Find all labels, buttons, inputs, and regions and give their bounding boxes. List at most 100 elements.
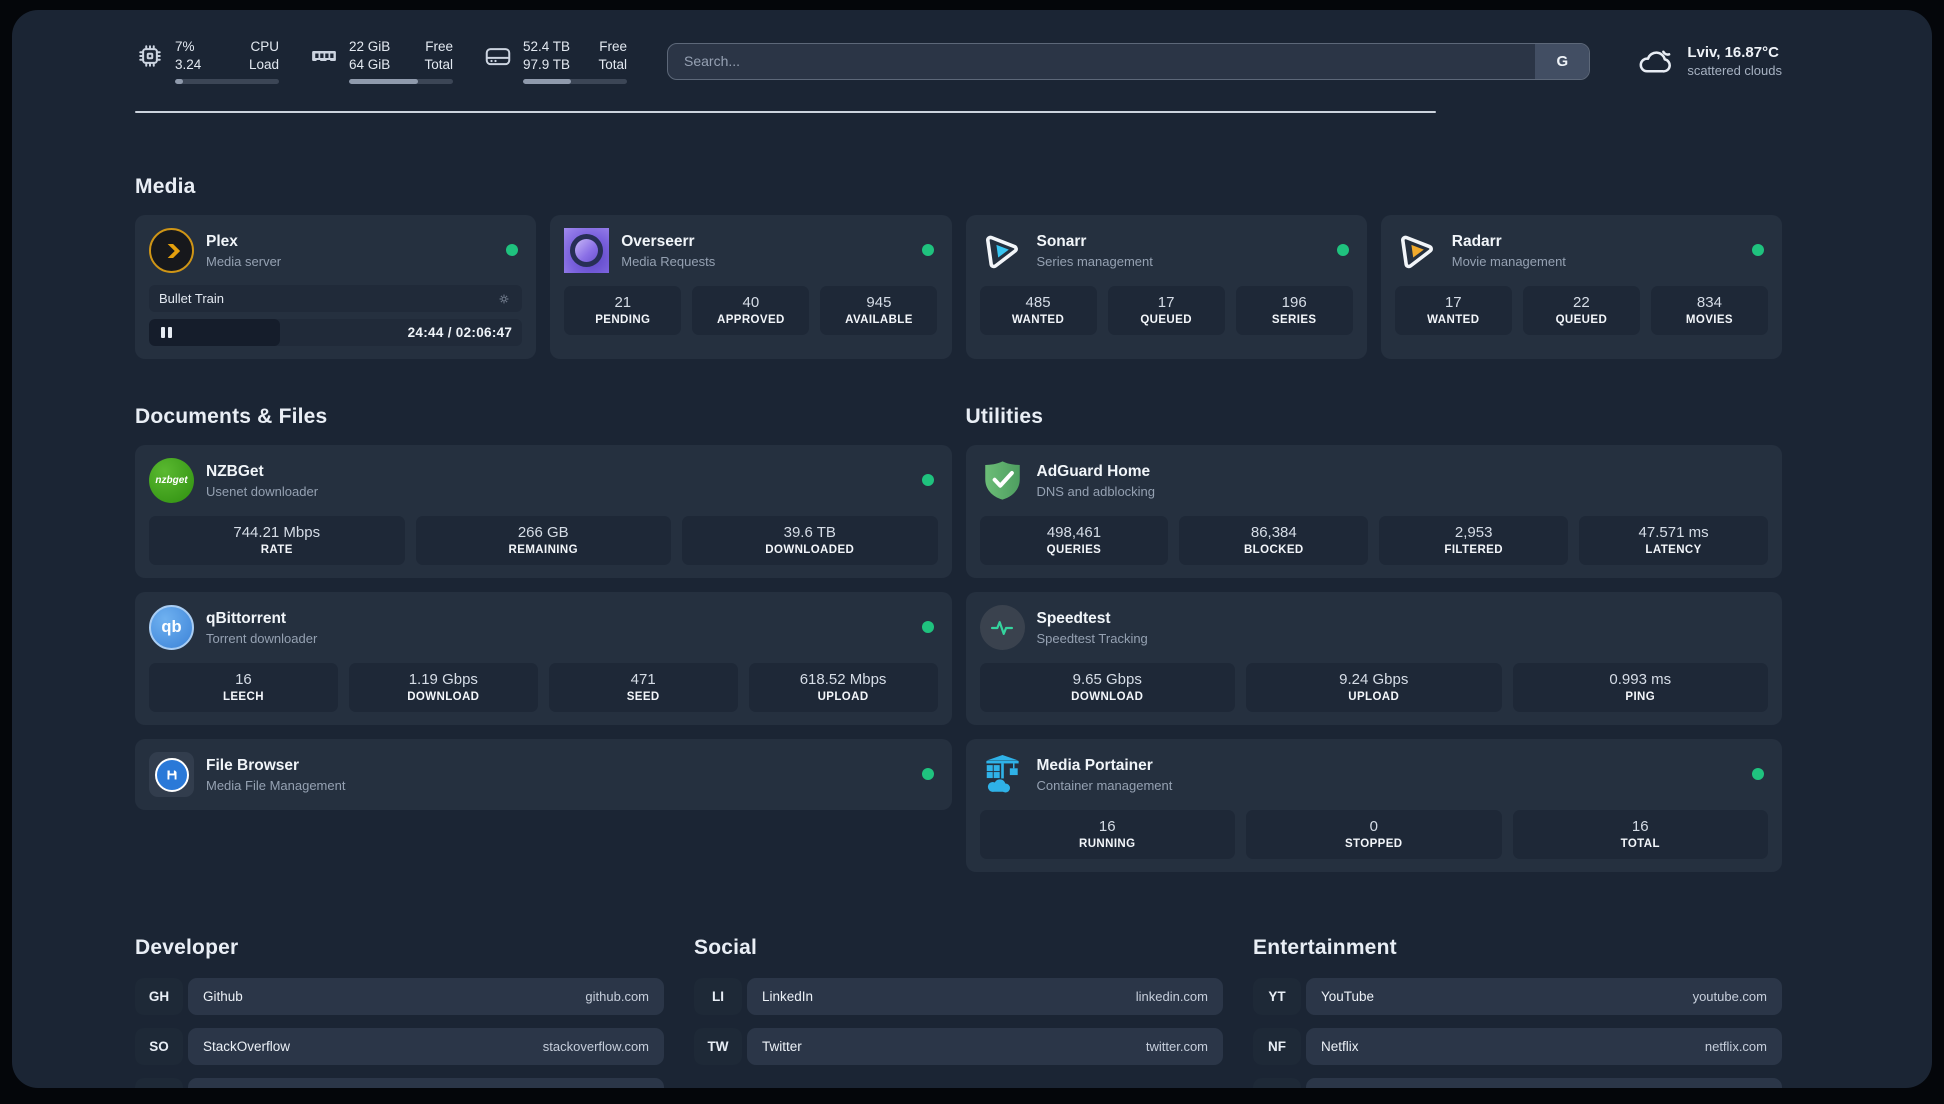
card-plex[interactable]: Plex Media server Bullet Train 24:44 / 0… — [135, 215, 537, 359]
stat-tile: 22 QUEUED — [1522, 286, 1640, 335]
stat-tile: 744.21 Mbps RATE — [149, 516, 405, 565]
nzbget-status-dot — [921, 474, 934, 486]
bookmark-dev[interactable]: DT DEV dev.to — [135, 1078, 664, 1088]
speedtest-name: Speedtest — [1036, 609, 1111, 627]
memory-total-label: Total — [424, 57, 453, 72]
gear-icon[interactable] — [496, 291, 512, 307]
card-overseerr[interactable]: Overseerr Media Requests 21 PENDING 40 A… — [550, 215, 952, 359]
now-playing-title: Bullet Train — [159, 291, 225, 306]
stat-tile: 834 MOVIES — [1650, 286, 1768, 335]
card-speedtest[interactable]: Speedtest Speedtest Tracking 9.65 Gbps D… — [965, 592, 1782, 725]
bookmark-name: StackOverflow — [203, 1039, 291, 1054]
dashboard: 7% CPU 3.24 Load 22 GiB Free 64 GiB Tota… — [12, 10, 1932, 1088]
card-portainer[interactable]: Media Portainer Container management 16 … — [965, 739, 1782, 872]
stat-tile: 21 PENDING — [564, 286, 682, 335]
cpu-progress-bar — [175, 79, 279, 84]
section-title-utilities: Utilities — [965, 405, 1044, 428]
cpu-usage-value: 7% — [175, 39, 195, 54]
bookmark-url: youtube.com — [1692, 989, 1767, 1004]
stat-tile: 618.52 Mbps UPLOAD — [748, 663, 938, 712]
radarr-description: Movie management — [1451, 253, 1566, 269]
nzbget-description: Usenet downloader — [206, 483, 319, 499]
plex-icon — [149, 228, 194, 273]
radarr-status-dot — [1752, 244, 1764, 256]
bookmark-url: stackoverflow.com — [542, 1039, 649, 1054]
card-radarr[interactable]: Radarr Movie management 17 WANTED 22 QUE… — [1380, 215, 1782, 359]
bookmark-stackoverflow[interactable]: SO StackOverflow stackoverflow.com — [135, 1028, 664, 1065]
disk-free-value: 52.4 TB — [523, 39, 571, 54]
bookmark-twitter[interactable]: TW Twitter twitter.com — [694, 1028, 1223, 1065]
section-title-entertainment: Entertainment — [1253, 936, 1397, 959]
filebrowser-status-dot — [921, 768, 934, 780]
cpu-stat: 7% CPU 3.24 Load — [135, 38, 279, 84]
bookmark-abbr: DT — [135, 1078, 183, 1088]
card-sonarr[interactable]: Sonarr Series management 485 WANTED 17 Q… — [965, 215, 1367, 359]
weather-location: Lviv, 16.87°C — [1687, 44, 1779, 61]
playback-time: 24:44 / 02:06:47 — [407, 325, 513, 340]
section-title-social: Social — [694, 936, 758, 959]
bookmark-abbr: SO — [135, 1028, 183, 1065]
bookmark-name: YouTube — [1321, 989, 1375, 1004]
portainer-icon — [980, 752, 1025, 797]
sonarr-name: Sonarr — [1036, 232, 1087, 250]
card-filebrowser[interactable]: File Browser Media File Management — [135, 739, 952, 810]
bookmark-netflix[interactable]: NF Netflix netflix.com — [1253, 1028, 1782, 1065]
memory-total-value: 64 GiB — [349, 57, 391, 72]
filebrowser-name: File Browser — [206, 756, 300, 774]
card-qbittorrent[interactable]: qb qBittorrent Torrent downloader 16 LEE… — [135, 592, 952, 725]
portainer-status-dot — [1752, 768, 1764, 780]
disk-stat: 52.4 TB Free 97.9 TB Total — [483, 38, 627, 84]
stat-tile: 471 SEED — [548, 663, 738, 712]
stat-tile: 0.993 ms PING — [1512, 663, 1768, 712]
memory-stat: 22 GiB Free 64 GiB Total — [309, 38, 453, 84]
memory-progress-bar — [349, 79, 453, 84]
disk-total-value: 97.9 TB — [523, 57, 571, 72]
card-adguard[interactable]: AdGuard Home DNS and adblocking 498,461 … — [965, 445, 1782, 578]
plex-name: Plex — [206, 232, 238, 250]
section-entertainment: Entertainment YT YouTube youtube.com NF … — [1253, 936, 1782, 1088]
section-title-developer: Developer — [135, 936, 239, 959]
stat-tile: 9.24 Gbps UPLOAD — [1246, 663, 1502, 712]
card-nzbget[interactable]: nzbget NZBGet Usenet downloader 744.21 M… — [135, 445, 952, 578]
plex-description: Media server — [206, 253, 282, 269]
overseerr-description: Media Requests — [621, 253, 716, 269]
section-developer: Developer GH Github github.com SO StackO… — [135, 936, 664, 1088]
sonarr-status-dot — [1336, 244, 1349, 256]
bookmark-abbr: TW — [694, 1028, 742, 1065]
bookmark-name: Netflix — [1321, 1039, 1359, 1054]
bookmark-url: linkedin.com — [1135, 989, 1208, 1004]
stat-tile: 485 WANTED — [979, 286, 1097, 335]
header-divider — [135, 111, 1437, 113]
bookmark-reddit[interactable]: RE Reddit reddit.com — [1253, 1078, 1782, 1088]
cloud-icon — [1639, 50, 1672, 73]
bookmark-name: LinkedIn — [762, 989, 814, 1004]
plex-now-playing: Bullet Train — [149, 285, 523, 312]
section-documents: Documents & Files nzbget NZBGet Usenet d… — [135, 405, 952, 872]
stat-tile: 9.65 Gbps DOWNLOAD — [979, 663, 1235, 712]
overseerr-icon — [564, 228, 610, 273]
search-engine-button[interactable]: G — [1535, 43, 1590, 79]
qbittorrent-icon: qb — [149, 605, 194, 650]
speedtest-description: Speedtest Tracking — [1036, 630, 1148, 646]
system-stats: 7% CPU 3.24 Load 22 GiB Free 64 GiB Tota… — [135, 38, 627, 84]
ram-icon — [312, 51, 336, 62]
plex-playback-bar[interactable]: 24:44 / 02:06:47 — [149, 319, 523, 346]
bookmark-youtube[interactable]: YT YouTube youtube.com — [1253, 978, 1782, 1015]
pause-icon — [161, 327, 165, 338]
section-title-media: Media — [135, 175, 196, 198]
bookmark-linkedin[interactable]: LI LinkedIn linkedin.com — [694, 978, 1223, 1015]
search-input[interactable] — [668, 43, 1536, 79]
bookmark-abbr: LI — [694, 978, 742, 1015]
bookmark-github[interactable]: GH Github github.com — [135, 978, 664, 1015]
radarr-icon — [1395, 228, 1440, 273]
stat-tile: 40 APPROVED — [692, 286, 810, 335]
adguard-icon — [980, 458, 1025, 503]
adguard-description: DNS and adblocking — [1036, 483, 1156, 499]
stat-tile: 39.6 TB DOWNLOADED — [682, 516, 938, 565]
qbittorrent-name: qBittorrent — [206, 609, 287, 627]
playback-progress — [149, 319, 280, 346]
disk-free-label: Free — [599, 39, 627, 54]
search-bar[interactable]: G — [667, 42, 1591, 80]
stat-tile: 945 AVAILABLE — [820, 286, 938, 335]
stat-tile: 17 WANTED — [1394, 286, 1512, 335]
